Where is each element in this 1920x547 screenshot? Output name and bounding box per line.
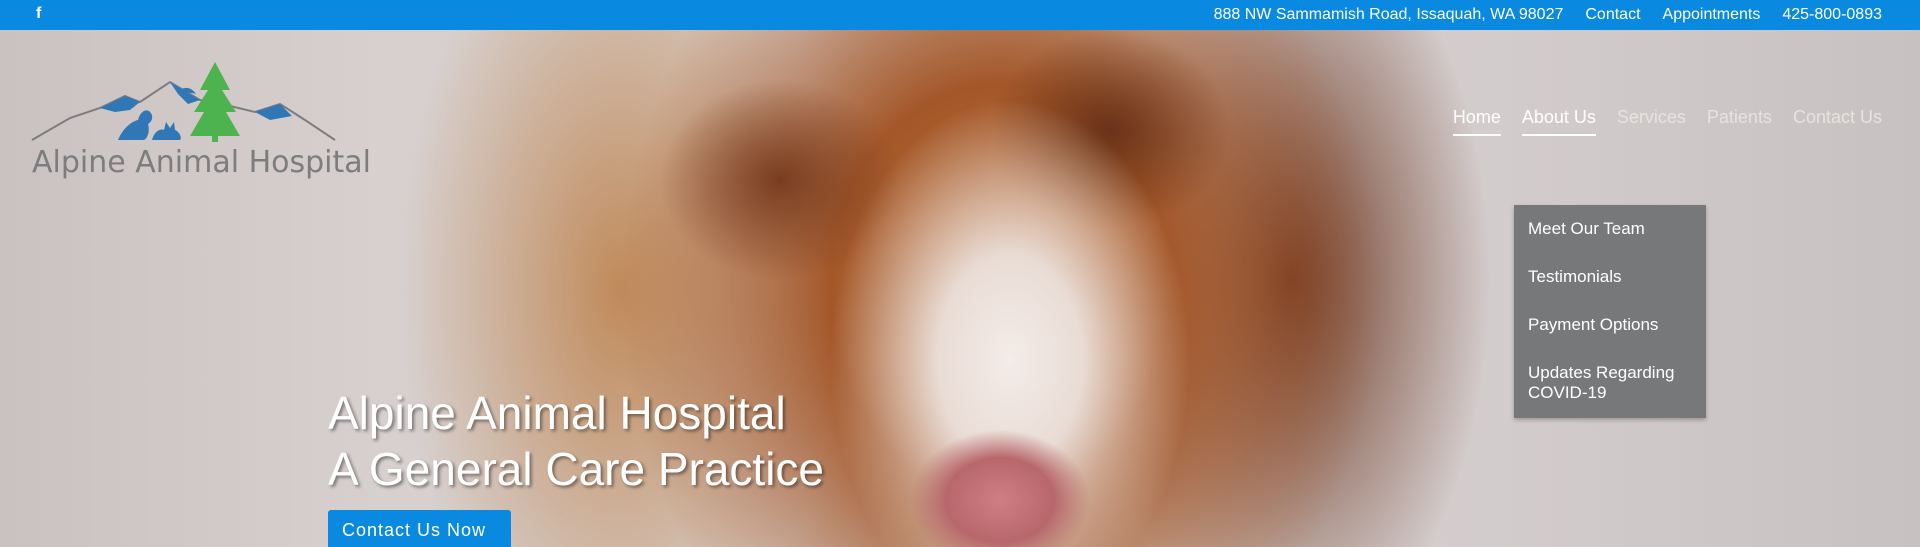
hero-headline: Alpine Animal Hospital A General Care Pr… [328, 385, 824, 497]
facebook-icon[interactable]: f [36, 5, 41, 23]
nav-item-services[interactable]: Services [1617, 107, 1686, 136]
contact-link[interactable]: Contact [1585, 6, 1640, 24]
nav-item-contact-us[interactable]: Contact Us [1793, 107, 1882, 136]
appointments-link[interactable]: Appointments [1663, 6, 1761, 24]
contact-us-now-button[interactable]: Contact Us Now [328, 510, 511, 547]
top-bar: f 888 NW Sammamish Road, Issaquah, WA 98… [0, 0, 1920, 30]
hero-title: Alpine Animal Hospital [328, 387, 786, 439]
dropdown-item-meet-our-team[interactable]: Meet Our Team [1514, 219, 1706, 239]
dropdown-item-covid-updates[interactable]: Updates Regarding COVID-19 [1514, 363, 1706, 403]
hero-subtitle: A General Care Practice [328, 443, 825, 495]
address-text: 888 NW Sammamish Road, Issaquah, WA 9802… [1213, 6, 1564, 23]
nav-item-patients[interactable]: Patients [1707, 107, 1772, 136]
dropdown-item-testimonials[interactable]: Testimonials [1514, 267, 1706, 287]
site-logo[interactable]: Alpine Animal Hospital [30, 60, 371, 180]
nav-item-home[interactable]: Home [1452, 107, 1501, 136]
top-bar-links: 888 NW Sammamish Road, Issaquah, WA 9802… [1214, 6, 1882, 24]
nav-item-about-us[interactable]: About Us [1521, 107, 1596, 136]
phone-link[interactable]: 425-800-0893 [1782, 6, 1882, 24]
main-nav: Home About Us Services Patients Contact … [1452, 107, 1882, 136]
logo-mountain-animals-icon [31, 62, 336, 142]
about-us-dropdown-menu: Meet Our Team Testimonials Payment Optio… [1514, 205, 1706, 418]
dropdown-item-payment-options[interactable]: Payment Options [1514, 315, 1706, 335]
logo-text: Alpine Animal Hospital [32, 145, 371, 180]
